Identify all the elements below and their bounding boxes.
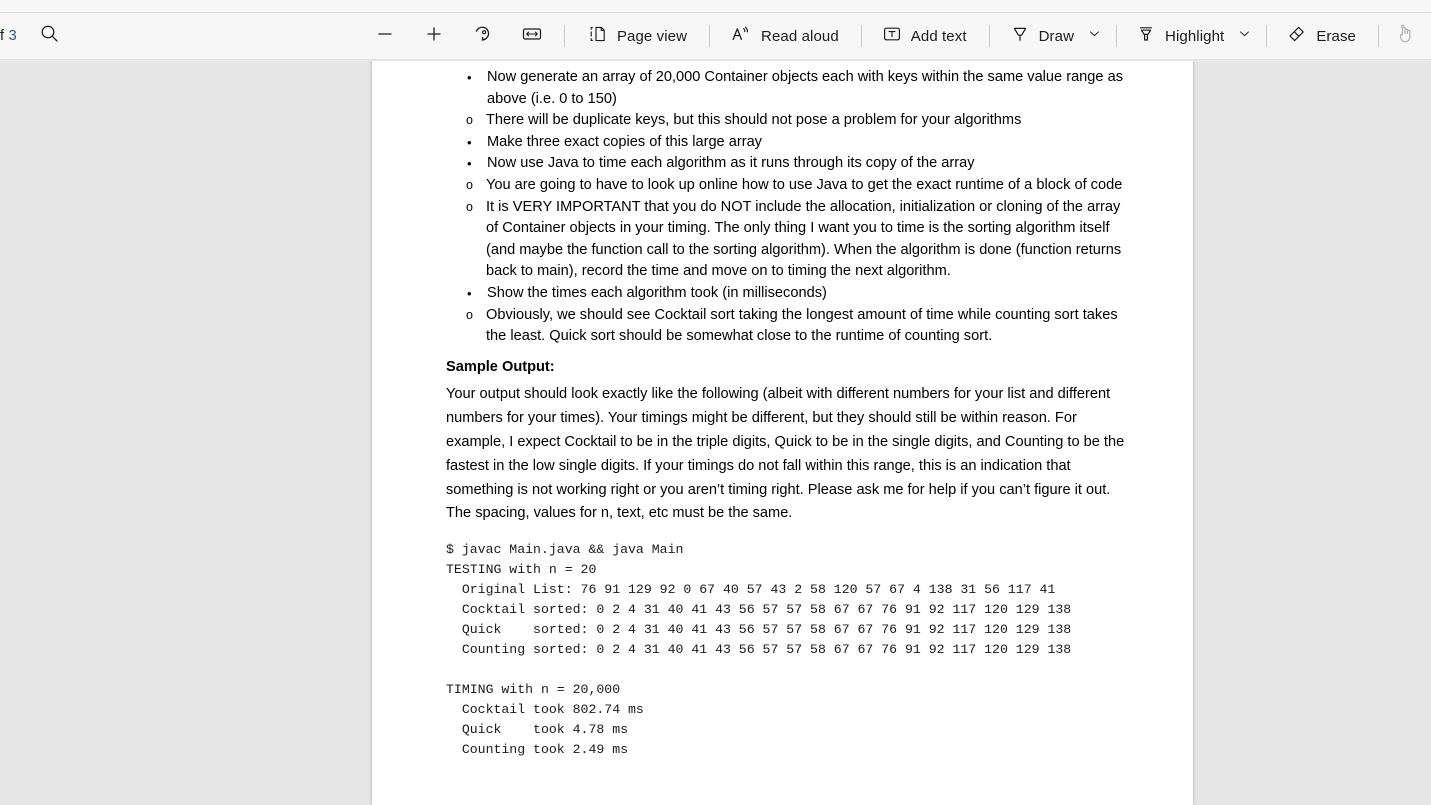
list-item-text: Now generate an array of 20,000 Containe… <box>487 69 1123 107</box>
toolbar-left-group: f 3 <box>0 20 65 52</box>
pdf-page: • Now generate an array of 20,000 Contai… <box>372 61 1193 805</box>
pdf-viewer-canvas[interactable]: • Now generate an array of 20,000 Contai… <box>0 61 1431 805</box>
bullet-icon: • <box>467 67 472 89</box>
page-indicator: f 3 <box>0 28 17 44</box>
read-aloud-button[interactable]: Read aloud <box>723 20 848 52</box>
add-text-button[interactable]: Add text <box>875 20 976 52</box>
page-view-button[interactable]: Page view <box>580 20 696 52</box>
search-button[interactable] <box>33 20 65 52</box>
highlight-label: Highlight <box>1165 28 1224 45</box>
rotate-button[interactable] <box>467 20 499 52</box>
sample-output-heading: Sample Output: <box>438 357 1131 379</box>
list-item: • Show the times each algorithm took (in… <box>438 283 1131 305</box>
chevron-down-icon <box>1088 27 1101 45</box>
instruction-sublist: o There will be duplicate keys, but this… <box>438 110 1131 132</box>
highlight-button[interactable]: Highlight <box>1129 20 1233 52</box>
bullet-icon: • <box>467 153 472 175</box>
eraser-icon <box>1286 24 1307 49</box>
pdf-viewer-window: f 3 <box>0 0 1431 805</box>
list-item-text: Obviously, we should see Cocktail sort t… <box>486 307 1118 345</box>
highlight-dropdown-button[interactable] <box>1233 20 1255 52</box>
hand-touch-icon <box>1395 23 1415 49</box>
instruction-list: • Now generate an array of 20,000 Contai… <box>438 67 1131 348</box>
add-text-label: Add text <box>911 28 967 45</box>
instruction-sublist: o You are going to have to look up onlin… <box>438 175 1131 283</box>
pdf-toolbar: f 3 <box>0 13 1431 60</box>
sample-output-paragraph: Your output should look exactly like the… <box>438 383 1131 526</box>
list-item: o There will be duplicate keys, but this… <box>438 110 1131 132</box>
list-item: o It is VERY IMPORTANT that you do NOT i… <box>438 197 1131 283</box>
fit-width-icon <box>521 24 543 49</box>
page-count: 3 <box>9 28 17 44</box>
list-item-text: Show the times each algorithm took (in m… <box>487 285 827 301</box>
list-item: • Make three exact copies of this large … <box>438 132 1131 154</box>
instruction-sublist: o Obviously, we should see Cocktail sort… <box>438 305 1131 348</box>
touch-writing-button[interactable] <box>1389 20 1421 52</box>
bullet-icon: o <box>466 110 473 132</box>
pdf-page-content: • Now generate an array of 20,000 Contai… <box>438 67 1131 760</box>
bullet-icon: o <box>466 305 473 327</box>
highlighter-icon <box>1136 24 1156 49</box>
pen-icon <box>1010 24 1030 49</box>
console-output-block: $ javac Main.java && java Main TESTING w… <box>438 540 1131 760</box>
read-aloud-label: Read aloud <box>761 28 839 45</box>
page-indicator-text: f <box>0 28 9 44</box>
draw-button[interactable]: Draw <box>1003 20 1083 52</box>
list-item: o Obviously, we should see Cocktail sort… <box>438 305 1131 348</box>
list-item: • Now generate an array of 20,000 Contai… <box>438 67 1131 110</box>
toolbar-divider <box>861 25 862 47</box>
rotate-icon <box>472 23 493 49</box>
toolbar-divider <box>709 25 710 47</box>
list-item-text: It is VERY IMPORTANT that you do NOT inc… <box>486 199 1121 280</box>
list-item: • Now use Java to time each algorithm as… <box>438 153 1131 175</box>
erase-label: Erase <box>1316 28 1356 45</box>
minus-icon <box>375 24 395 49</box>
add-text-icon <box>882 24 902 49</box>
zoom-in-button[interactable] <box>418 20 450 52</box>
toolbar-divider <box>564 25 565 47</box>
erase-button[interactable]: Erase <box>1279 20 1365 52</box>
toolbar-divider <box>1116 25 1117 47</box>
zoom-out-button[interactable] <box>369 20 401 52</box>
fit-to-width-button[interactable] <box>516 20 548 52</box>
bullet-icon: o <box>466 175 473 197</box>
page-view-label: Page view <box>617 28 687 45</box>
draw-label: Draw <box>1039 28 1074 45</box>
list-item-text: There will be duplicate keys, but this s… <box>486 112 1021 128</box>
chevron-down-icon <box>1238 27 1251 45</box>
bullet-icon: • <box>467 132 472 154</box>
draw-dropdown-button[interactable] <box>1083 20 1105 52</box>
read-aloud-icon <box>730 24 752 49</box>
window-chrome-strip <box>0 0 1431 13</box>
toolbar-divider <box>989 25 990 47</box>
plus-icon <box>424 24 444 49</box>
list-item-text: Make three exact copies of this large ar… <box>487 134 762 150</box>
page-view-icon <box>587 24 608 49</box>
bullet-icon: o <box>466 197 473 219</box>
list-item-text: Now use Java to time each algorithm as i… <box>487 155 975 171</box>
bullet-icon: • <box>467 283 472 305</box>
toolbar-divider <box>1266 25 1267 47</box>
list-item: o You are going to have to look up onlin… <box>438 175 1131 197</box>
search-icon <box>40 24 59 48</box>
list-item-text: You are going to have to look up online … <box>486 177 1122 193</box>
toolbar-divider <box>1378 25 1379 47</box>
